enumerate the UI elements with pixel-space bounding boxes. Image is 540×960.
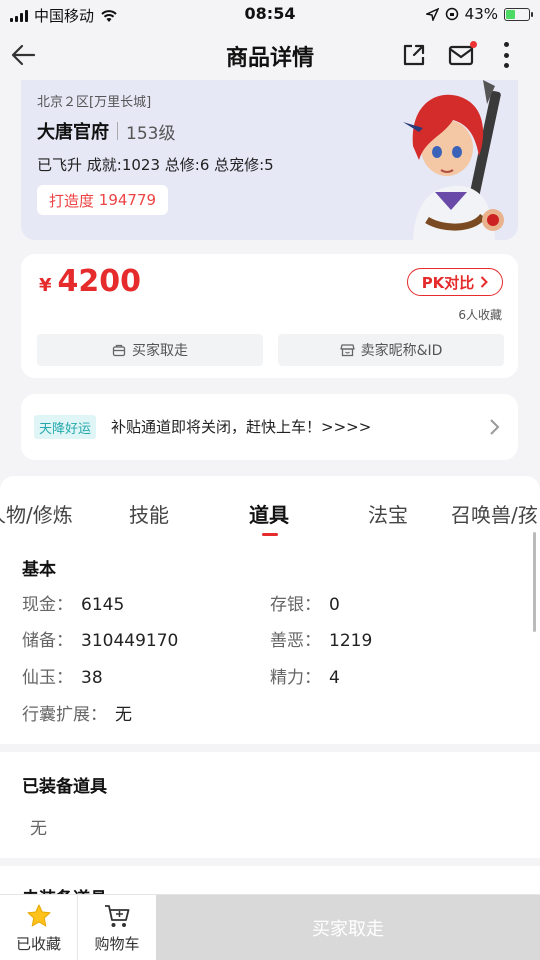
pk-compare-button[interactable]: PK对比	[407, 268, 503, 296]
notice-tag: 天降好运	[34, 415, 97, 439]
section-divider	[0, 744, 540, 752]
bag-expansion-row: 行囊扩展： 无	[22, 700, 132, 725]
character-stats: 已飞升 成就:1023 总修:6 总宠修:5	[37, 156, 274, 174]
more-options-icon[interactable]	[498, 38, 514, 72]
chevron-right-icon	[481, 276, 489, 288]
jade-label: 仙玉：	[22, 668, 73, 688]
chevron-right-icon	[490, 419, 500, 435]
tab-summons[interactable]: 召唤兽/孩	[451, 499, 538, 528]
pk-compare-label: PK对比	[421, 273, 475, 292]
cash-row: 现金： 6145	[22, 590, 124, 615]
forge-label: 打造度	[49, 191, 95, 210]
energy-value: 4	[329, 668, 340, 688]
reserve-row: 储备： 310449170	[22, 626, 178, 651]
buyer-pickup-button[interactable]: 买家取走	[37, 334, 263, 366]
tab-skills[interactable]: 技能	[129, 499, 169, 528]
location-icon	[425, 7, 439, 21]
scrollbar[interactable]	[533, 532, 536, 632]
buyer-pickup-cta[interactable]: 买家取走	[156, 895, 540, 960]
savings-label: 存银：	[270, 595, 321, 615]
battery-percent: 43%	[464, 5, 498, 23]
details-panel: 人物/修炼 技能 道具 法宝 召唤兽/孩 基本 现金： 6145 存银： 0 储备：…	[0, 476, 540, 896]
energy-row: 精力： 4	[270, 663, 340, 688]
notice-text: 补贴通道即将关闭，赶快上车！>>>>	[111, 418, 372, 436]
favorite-count: 6人收藏	[458, 308, 502, 322]
active-tab-indicator	[262, 533, 278, 536]
forge-value: 194779	[98, 191, 157, 209]
price: ¥ 4200	[39, 264, 141, 299]
share-icon[interactable]	[400, 41, 428, 69]
server-name: 北京２区[万里长城]	[37, 95, 152, 110]
character-name-row: 大唐官府 153级	[37, 118, 175, 144]
bottom-action-bar: 已收藏 购物车 买家取走	[0, 894, 540, 960]
promo-notice[interactable]: 天降好运 补贴通道即将关闭，赶快上车！>>>>	[21, 394, 518, 460]
rotation-lock-icon	[445, 7, 458, 21]
status-right: 43%	[425, 5, 533, 23]
category-tabs: 人物/修炼 技能 道具 法宝 召唤兽/孩	[0, 476, 540, 546]
cart-icon	[105, 904, 130, 927]
currency-symbol: ¥	[39, 275, 52, 296]
seller-id-label: 卖家昵称&ID	[360, 343, 443, 359]
bag-icon	[112, 344, 126, 357]
character-level: 153级	[126, 123, 176, 144]
battery-icon	[504, 7, 533, 21]
forge-badge: 打造度 194779	[37, 185, 169, 215]
jade-row: 仙玉： 38	[22, 663, 103, 688]
jade-value: 38	[81, 668, 103, 688]
reserve-value: 310449170	[81, 631, 179, 651]
status-bar: 中国移动 08:54 43%	[0, 0, 540, 30]
star-icon	[27, 904, 50, 926]
buyer-pickup-label: 买家取走	[132, 343, 188, 359]
character-card: 北京２区[万里长城] 大唐官府 153级 已飞升 成就:1023 总修:6 总宠…	[21, 80, 518, 240]
tab-treasures[interactable]: 法宝	[368, 499, 408, 528]
tab-character-cultivation[interactable]: 人物/修炼	[0, 499, 73, 528]
basic-section-title: 基本	[22, 560, 56, 580]
character-school: 大唐官府	[37, 122, 109, 143]
savings-value: 0	[329, 595, 340, 615]
shop-icon	[339, 344, 355, 357]
character-portrait	[403, 80, 504, 240]
favorite-label: 已收藏	[15, 934, 61, 953]
karma-label: 善恶：	[270, 631, 321, 651]
cart-label: 购物车	[94, 934, 140, 953]
karma-row: 善恶： 1219	[270, 626, 372, 651]
divider	[117, 122, 118, 140]
cart-button[interactable]: 购物车	[78, 895, 156, 960]
cash-label: 现金：	[22, 595, 73, 615]
equipped-section-title: 已装备道具	[22, 777, 107, 797]
karma-value: 1219	[329, 631, 373, 651]
equipped-empty-text: 无	[30, 819, 47, 839]
bag-expansion-label: 行囊扩展：	[22, 705, 107, 725]
price-card: ¥ 4200 PK对比 6人收藏 买家取走 卖家昵称&ID	[21, 254, 518, 378]
bag-expansion-value: 无	[115, 705, 132, 725]
favorite-button[interactable]: 已收藏	[0, 895, 78, 960]
price-value: 4200	[57, 264, 142, 299]
unread-dot	[470, 41, 477, 48]
reserve-label: 储备：	[22, 631, 73, 651]
cash-value: 6145	[81, 595, 125, 615]
savings-row: 存银： 0	[270, 590, 340, 615]
seller-id-button[interactable]: 卖家昵称&ID	[278, 334, 504, 366]
message-button[interactable]	[447, 41, 477, 69]
energy-label: 精力：	[270, 668, 321, 688]
section-divider	[0, 858, 540, 866]
nav-header: 商品详情	[0, 30, 540, 80]
tab-items[interactable]: 道具	[249, 499, 289, 528]
